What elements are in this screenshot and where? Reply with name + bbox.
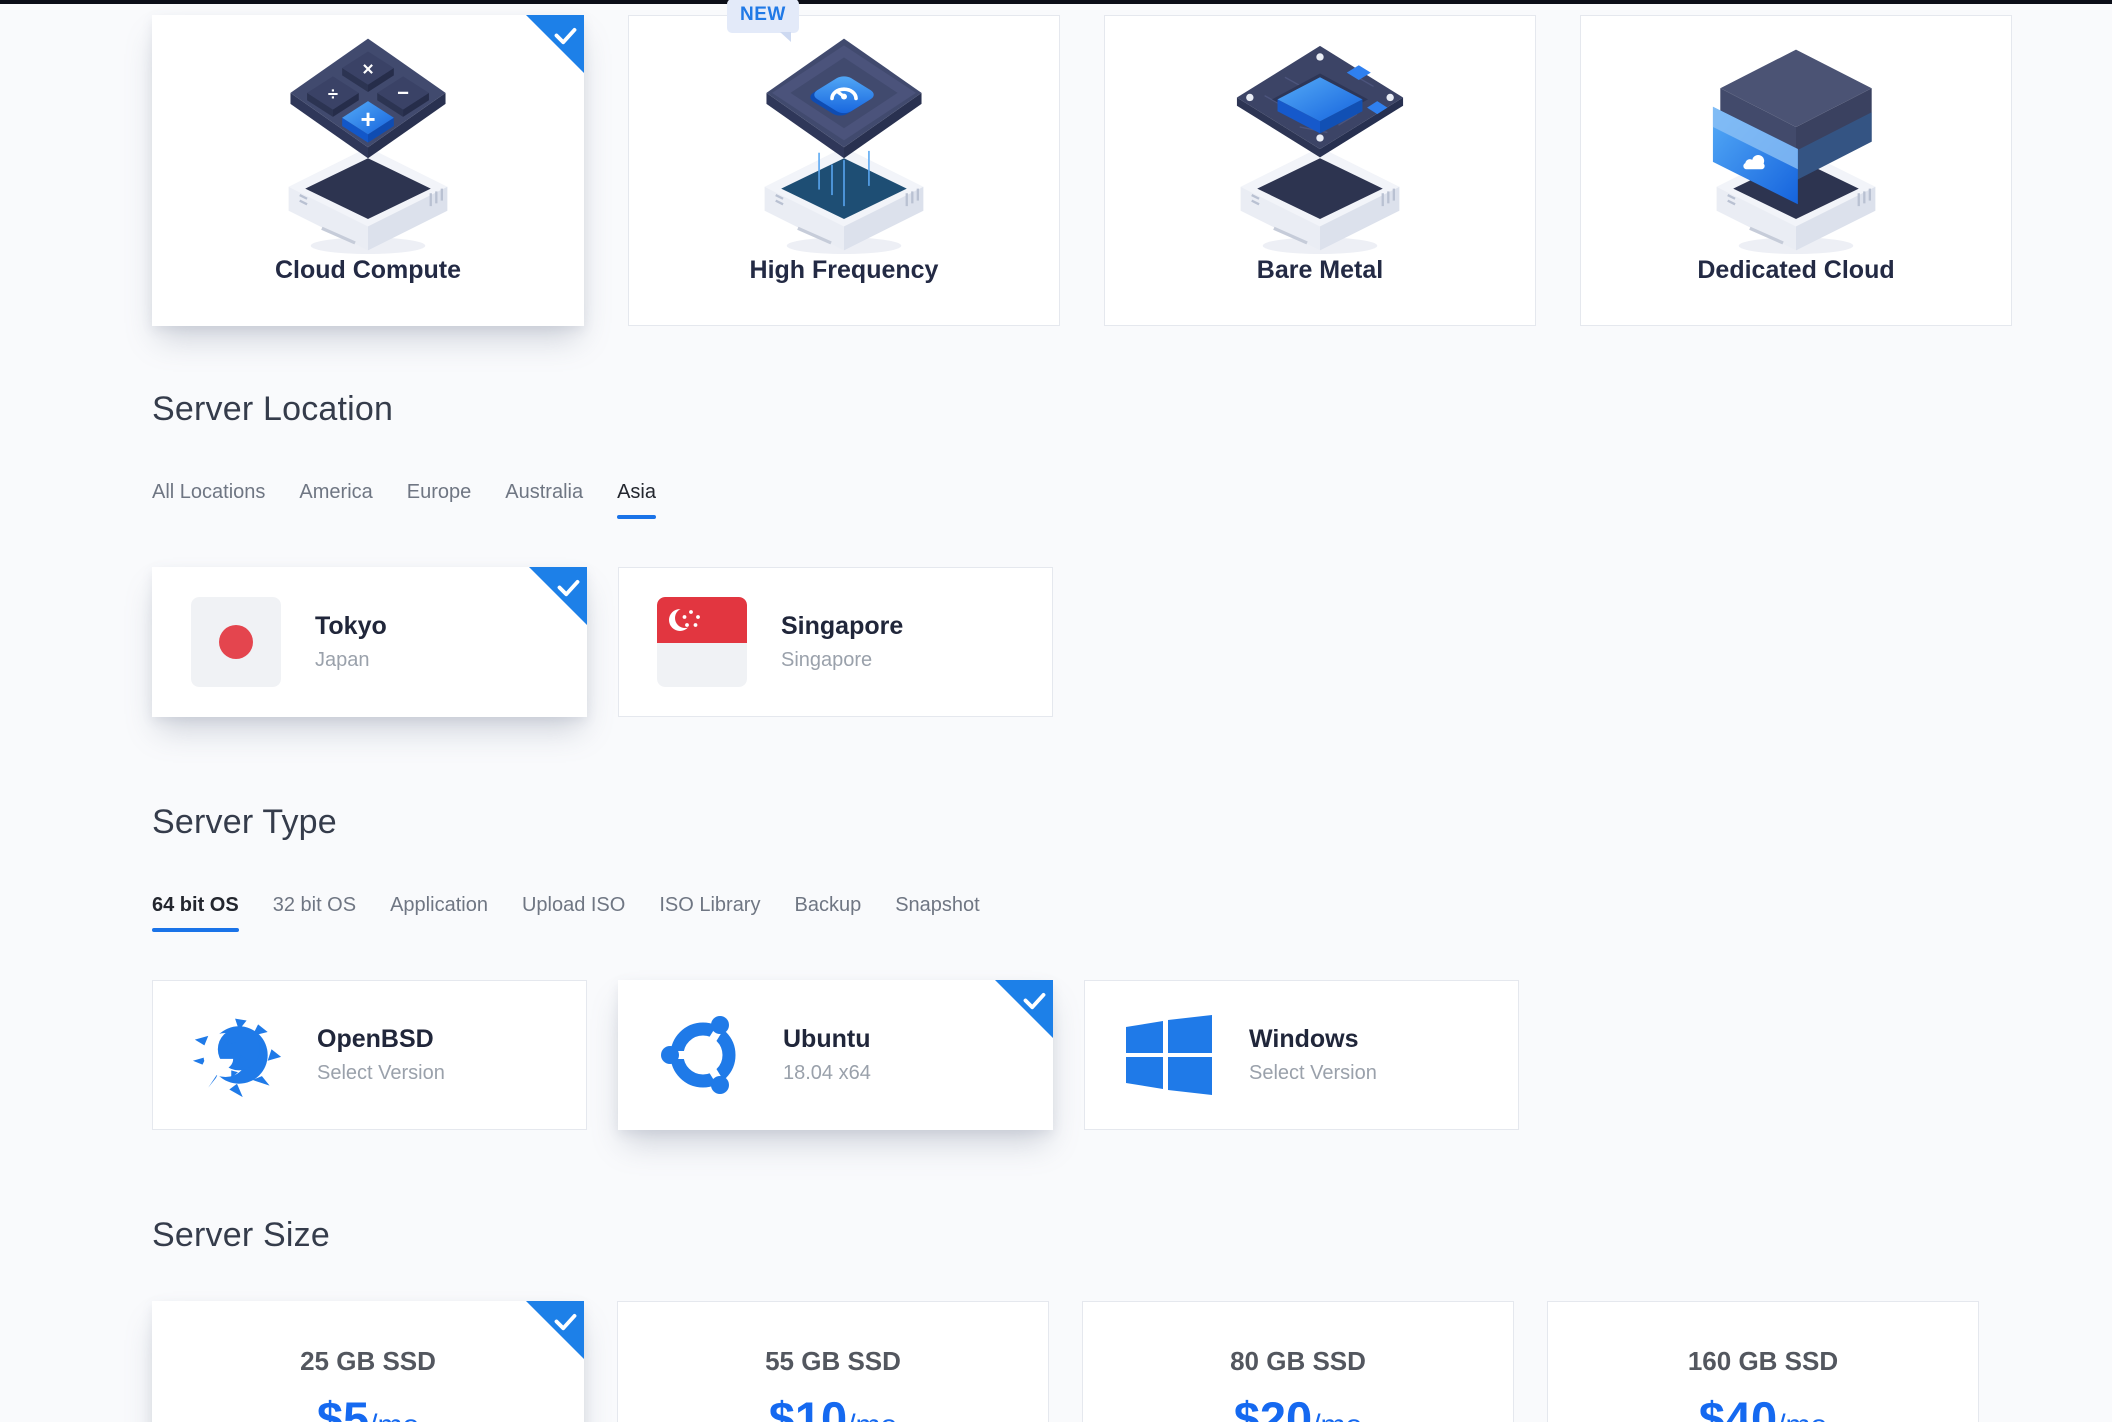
os-version: Select Version <box>1249 1062 1377 1085</box>
svg-text:×: × <box>362 58 373 80</box>
tab-europe[interactable]: Europe <box>407 481 472 519</box>
location-card-singapore[interactable]: Singapore Singapore <box>618 567 1053 717</box>
ubuntu-icon <box>657 1010 749 1100</box>
top-border-bar <box>0 0 2112 4</box>
product-label: High Frequency <box>629 256 1059 285</box>
os-name: OpenBSD <box>317 1025 445 1054</box>
location-tabs: All Locations America Europe Australia A… <box>152 481 2112 519</box>
os-card-windows[interactable]: Windows Select Version <box>1084 980 1519 1130</box>
singapore-flag-icon <box>657 597 747 687</box>
product-card-dedicated-cloud[interactable]: Dedicated Cloud <box>1580 15 2012 326</box>
server-type-title: Server Type <box>152 803 2112 842</box>
bare-metal-illustration <box>1105 16 1535 254</box>
tab-america[interactable]: America <box>299 481 372 519</box>
tab-32-bit-os[interactable]: 32 bit OS <box>273 894 356 932</box>
svg-text:+: + <box>360 106 375 134</box>
size-storage: 25 GB SSD <box>153 1346 583 1377</box>
os-card-openbsd[interactable]: OpenBSD Select Version <box>152 980 587 1130</box>
size-price: $10/mo <box>618 1391 1048 1422</box>
tab-64-bit-os[interactable]: 64 bit OS <box>152 894 239 932</box>
product-label: Bare Metal <box>1105 256 1535 285</box>
location-card-tokyo[interactable]: Tokyo Japan <box>152 567 587 717</box>
openbsd-icon <box>191 1010 283 1100</box>
selected-checkmark-icon <box>529 567 587 625</box>
server-type-tabs: 64 bit OS 32 bit OS Application Upload I… <box>152 894 2112 932</box>
product-card-high-frequency[interactable]: NEW <box>628 15 1060 326</box>
server-product-row: × ÷ − + Cloud Compute NEW <box>152 15 2112 326</box>
cloud-compute-illustration: × ÷ − + <box>153 16 583 254</box>
tab-backup[interactable]: Backup <box>794 894 861 932</box>
product-card-cloud-compute[interactable]: × ÷ − + Cloud Compute <box>152 15 584 326</box>
tab-all-locations[interactable]: All Locations <box>152 481 265 519</box>
size-card-80gb[interactable]: 80 GB SSD $20/mo $0.030/h <box>1082 1301 1514 1422</box>
size-price: $20/mo <box>1083 1391 1513 1422</box>
os-card-ubuntu[interactable]: Ubuntu 18.04 x64 <box>618 980 1053 1130</box>
selected-checkmark-icon <box>995 980 1053 1038</box>
os-name: Ubuntu <box>783 1025 871 1054</box>
windows-icon <box>1123 1010 1215 1100</box>
location-city: Singapore <box>781 612 903 641</box>
dedicated-cloud-illustration <box>1581 16 2011 254</box>
svg-text:÷: ÷ <box>328 83 338 104</box>
server-size-title: Server Size <box>152 1216 2112 1255</box>
size-card-25gb[interactable]: 25 GB SSD $5/mo $0.007/h <box>152 1301 584 1422</box>
tab-upload-iso[interactable]: Upload ISO <box>522 894 625 932</box>
size-storage: 80 GB SSD <box>1083 1346 1513 1377</box>
svg-text:−: − <box>397 82 409 104</box>
os-name: Windows <box>1249 1025 1377 1054</box>
product-label: Dedicated Cloud <box>1581 256 2011 285</box>
size-price: $40/mo <box>1548 1391 1978 1422</box>
tab-snapshot[interactable]: Snapshot <box>895 894 980 932</box>
server-location-title: Server Location <box>152 390 2112 429</box>
product-card-bare-metal[interactable]: Bare Metal <box>1104 15 1536 326</box>
tab-asia[interactable]: Asia <box>617 481 656 519</box>
os-cards-row: OpenBSD Select Version <box>152 980 2112 1130</box>
product-label: Cloud Compute <box>153 256 583 285</box>
tab-iso-library[interactable]: ISO Library <box>659 894 760 932</box>
new-badge: NEW <box>727 0 799 33</box>
tab-australia[interactable]: Australia <box>505 481 583 519</box>
size-storage: 160 GB SSD <box>1548 1346 1978 1377</box>
location-country: Singapore <box>781 649 903 672</box>
japan-flag-icon <box>191 597 281 687</box>
os-version: 18.04 x64 <box>783 1062 871 1085</box>
size-storage: 55 GB SSD <box>618 1346 1048 1377</box>
size-card-160gb[interactable]: 160 GB SSD $40/mo $0.060/h <box>1547 1301 1979 1422</box>
size-card-55gb[interactable]: 55 GB SSD $10/mo $0.015/h <box>617 1301 1049 1422</box>
os-version: Select Version <box>317 1062 445 1085</box>
location-city: Tokyo <box>315 612 387 641</box>
tab-application[interactable]: Application <box>390 894 488 932</box>
location-country: Japan <box>315 649 387 672</box>
size-cards-row: 25 GB SSD $5/mo $0.007/h 55 GB SSD $10/m… <box>152 1301 2112 1422</box>
size-price: $5/mo <box>153 1391 583 1422</box>
location-cards-row: Tokyo Japan Singapore Singapore <box>152 567 2112 717</box>
high-frequency-illustration <box>629 16 1059 254</box>
